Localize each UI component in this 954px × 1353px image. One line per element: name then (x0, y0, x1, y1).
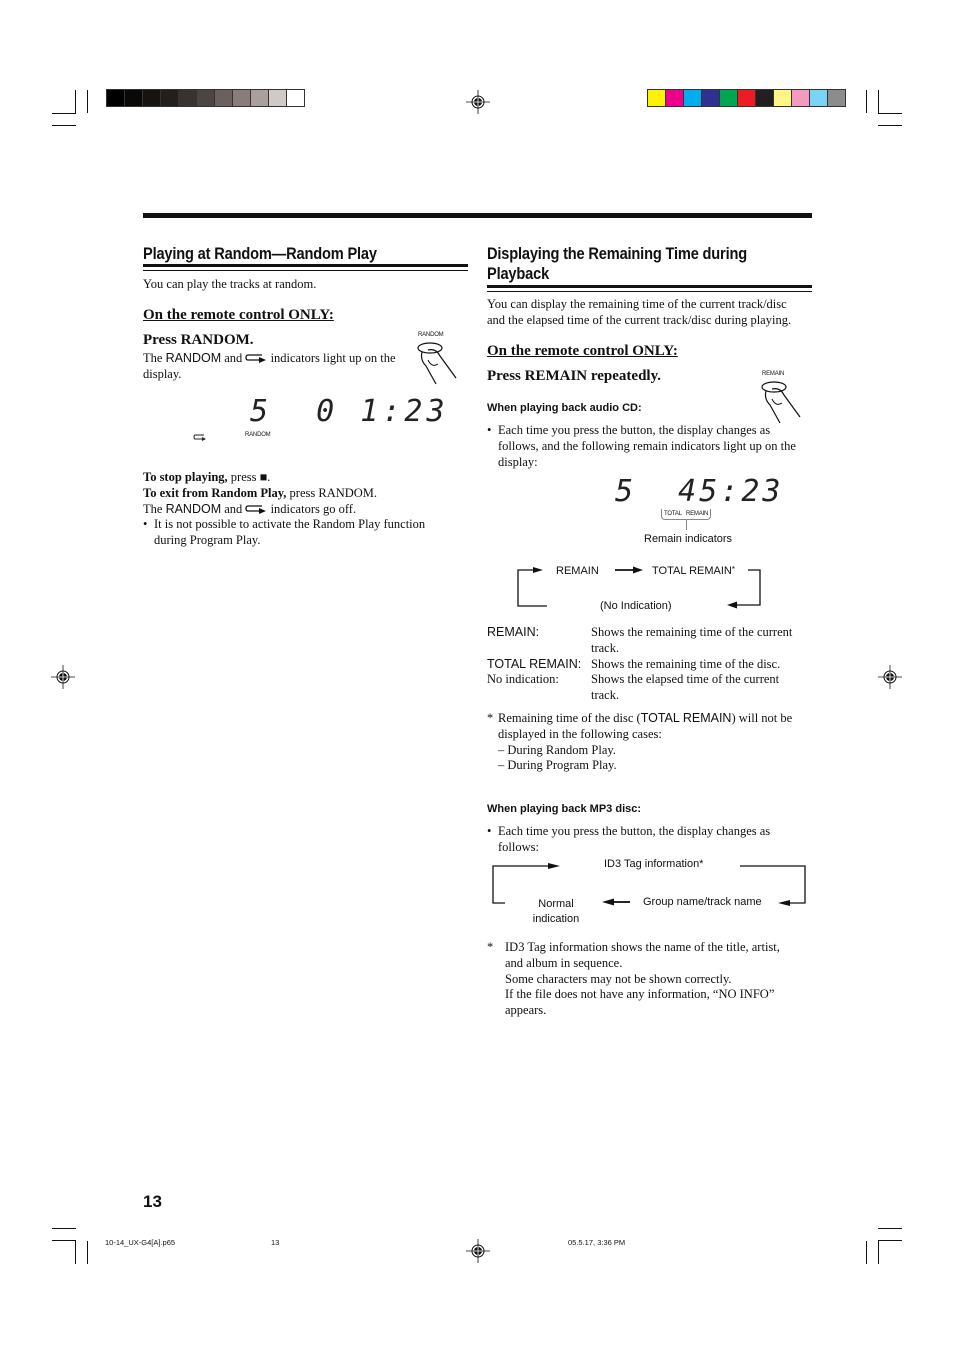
remote-heading: On the remote control ONLY: (143, 307, 334, 323)
color-swatch (666, 90, 684, 106)
lcd-remain-indicator: REMAIN (686, 511, 709, 517)
cycle-down-line (737, 569, 761, 606)
lcd-total-indicator: TOTAL (664, 511, 682, 517)
grayscale-swatch (125, 90, 143, 106)
grayscale-swatch (287, 90, 304, 106)
random-arrow-icon (245, 504, 267, 514)
stop-line: To stop playing, press ■. (143, 470, 271, 484)
title-rule-thick (487, 285, 812, 288)
exit-line: To exit from Random Play, press RANDOM. (143, 485, 378, 500)
registration-target-icon (51, 665, 75, 689)
step-title: Press RANDOM. (143, 332, 254, 348)
bullet-dot: • (487, 824, 492, 838)
grayscale-swatch (251, 90, 269, 106)
id3-note: * ID3 Tag information shows the name of … (487, 940, 780, 1018)
color-swatch (828, 90, 845, 106)
step-description: The RANDOM and indicators light up on th… (143, 351, 396, 381)
random-arrow-icon (245, 354, 267, 363)
section-title-random-play: Playing at Random—Random Play (143, 244, 377, 263)
stop-instructions: To stop playing, press ■. To exit from R… (143, 470, 463, 549)
color-swatch (756, 90, 774, 106)
bullet-dot: • (487, 423, 492, 437)
grayscale-swatch (161, 90, 179, 106)
finger-press-icon (417, 342, 457, 385)
cycle-total-remain: TOTAL REMAIN* (652, 565, 735, 577)
remain-indicators-caption: Remain indicators (644, 533, 733, 545)
audio-cd-heading: When playing back audio CD: (487, 402, 642, 414)
grayscale-swatch (233, 90, 251, 106)
lcd-random-indicator: RANDOM (245, 432, 271, 438)
definitions-list: REMAIN: Shows the remaining time of the … (487, 625, 817, 704)
color-swatch (774, 90, 792, 106)
total-remain-note: * Remaining time of the disc (TOTAL REMA… (487, 711, 793, 773)
mp3-cycle-normal: Normal indication (532, 898, 580, 925)
grayscale-swatch (197, 90, 215, 106)
mp3-cycle-id3: ID3 Tag information* (604, 858, 704, 870)
bullet-dot: • (143, 517, 148, 532)
color-swatch (684, 90, 702, 106)
intro-text: You can display the remaining time of th… (487, 297, 792, 327)
grayscale-swatch (215, 90, 233, 106)
grayscale-swatch (269, 90, 287, 106)
definition-row: TOTAL REMAIN: Shows the remaining time o… (487, 656, 781, 671)
top-rule (143, 213, 812, 218)
color-swatch (720, 90, 738, 106)
indicators-off-line: The RANDOM and indicators go off. (143, 501, 357, 516)
grayscale-swatch (179, 90, 197, 106)
section-title-remaining-time: Displaying the Remaining Time during Pla… (487, 244, 747, 283)
definition-row: REMAIN: Shows the remaining time of the … (487, 625, 793, 655)
lcd-display-remain: 5 45:23 (615, 474, 784, 509)
registration-target-icon (466, 1239, 490, 1263)
mp3-cycle-group: Group name/track name (643, 896, 762, 908)
random-indicator-label: RANDOM (165, 351, 222, 365)
cycle-arrowhead (533, 567, 543, 573)
lcd-display-random: 5 0 1:23 (250, 394, 449, 429)
title-rule-thick (143, 264, 468, 267)
cycle-remain: REMAIN (556, 565, 599, 577)
color-swatch (738, 90, 756, 106)
intro-text: You can play the tracks at random. (143, 277, 317, 291)
registration-target-icon (466, 90, 490, 114)
color-swatch-bar (647, 89, 846, 107)
remote-heading: On the remote control ONLY: (487, 343, 678, 359)
cd-bullet: • Each time you press the button, the di… (487, 423, 796, 469)
definition-row: No indication: Shows the elapsed time of… (487, 672, 780, 703)
slug-file-name: 10-14_UX-G4[A].p65 (105, 1238, 176, 1247)
color-swatch (810, 90, 828, 106)
slug-timestamp: 05.5.17, 3:36 PM (568, 1238, 626, 1247)
bullet-note: • It is not possible to activate the Ran… (143, 517, 426, 548)
step-title: Press REMAIN repeatedly. (487, 368, 662, 384)
color-swatch (702, 90, 720, 106)
page-number: 13 (143, 1192, 162, 1211)
grayscale-swatch (143, 90, 161, 106)
cycle-no-indication: (No Indication) (600, 600, 672, 612)
mp3-heading: When playing back MP3 disc: (487, 803, 642, 815)
registration-target-icon (878, 665, 902, 689)
cycle-return-line (517, 569, 547, 607)
indicator-leader-line (686, 520, 687, 530)
mp3-bullet: • Each time you press the button, the di… (487, 824, 771, 854)
color-swatch (792, 90, 810, 106)
random-lcd-arrow-icon (193, 434, 206, 441)
grayscale-swatch-bar (106, 89, 305, 107)
slug-page: 13 (271, 1238, 280, 1247)
title-rule-thin (487, 291, 812, 292)
color-swatch (648, 90, 666, 106)
grayscale-swatch (107, 90, 125, 106)
title-rule-thin (143, 270, 468, 271)
